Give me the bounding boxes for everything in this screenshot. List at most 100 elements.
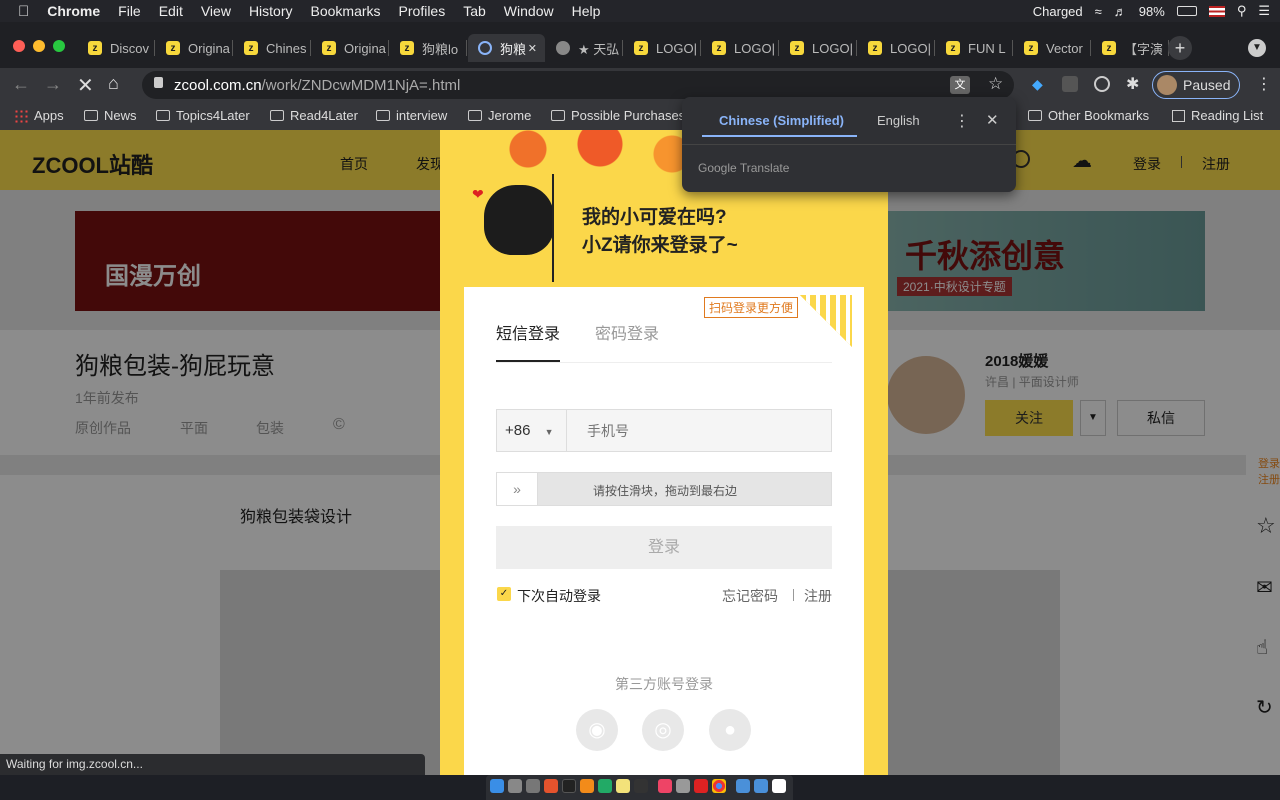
tab-sms-login[interactable]: 短信登录	[496, 320, 560, 344]
country-code-select[interactable]: +86 ▼	[497, 410, 567, 451]
maximize-window-button[interactable]	[53, 40, 65, 52]
extension-gem-icon[interactable]: ◆	[1032, 76, 1043, 93]
volume-icon[interactable]: ♬	[1114, 4, 1127, 19]
battery-icon[interactable]	[1176, 6, 1197, 16]
menu-bookmarks[interactable]: Bookmarks	[311, 3, 381, 19]
menu-profiles[interactable]: Profiles	[399, 3, 446, 19]
forward-icon[interactable]: →	[44, 74, 62, 95]
menu-history[interactable]: History	[249, 3, 293, 19]
pdf-icon[interactable]	[772, 779, 786, 793]
site-logo[interactable]: ZCOOL站酷	[32, 148, 153, 180]
translate-target-tab[interactable]: English	[877, 113, 920, 128]
address-bar[interactable]: zcool.com.cn /work/ZNDcwMDM1NjA=.html 文 …	[142, 71, 1014, 99]
bookmark-item[interactable]: Topics4Later	[156, 108, 250, 123]
close-window-button[interactable]	[13, 40, 25, 52]
tab-12[interactable]: z Vector	[1014, 34, 1091, 62]
bookmark-item[interactable]: interview	[376, 108, 447, 123]
tab-7[interactable]: z LOGO|	[624, 34, 701, 62]
battery-status[interactable]: Charged	[1033, 4, 1083, 19]
tab-13[interactable]: z 【字演	[1092, 34, 1169, 62]
folder-icon[interactable]	[736, 779, 750, 793]
author-name[interactable]: 2018媛媛	[985, 350, 1048, 371]
app-icon[interactable]	[598, 779, 612, 793]
tab-2[interactable]: z Chines	[234, 34, 311, 62]
profile-button[interactable]: Paused	[1152, 71, 1240, 99]
bookmark-item[interactable]: Possible Purchases	[551, 108, 685, 123]
tab-1[interactable]: z Origina	[156, 34, 233, 62]
folder-icon[interactable]	[754, 779, 768, 793]
control-center-icon[interactable]: ☰	[1258, 3, 1270, 19]
lock-icon[interactable]	[154, 77, 163, 88]
sublime-icon[interactable]	[580, 779, 594, 793]
tag-packaging[interactable]: 包装	[256, 418, 284, 438]
brave-icon[interactable]	[544, 779, 558, 793]
extension-shield-icon[interactable]	[1062, 76, 1078, 92]
launchpad-icon[interactable]	[508, 779, 522, 793]
home-icon[interactable]: ⌂	[108, 73, 119, 94]
login-submit-button[interactable]: 登录	[496, 526, 832, 569]
back-icon[interactable]: ←	[12, 74, 30, 95]
follow-button[interactable]: 关注	[985, 400, 1073, 436]
bookmark-item[interactable]: Read4Later	[270, 108, 358, 123]
tag-original[interactable]: 原创作品	[75, 418, 131, 438]
close-tab-icon[interactable]: ✕	[528, 42, 537, 55]
bookmark-star-icon[interactable]: ☆	[988, 74, 1003, 94]
bookmark-reading-list[interactable]: Reading List	[1172, 108, 1263, 123]
chrome-menu-icon[interactable]: ⋮	[1256, 74, 1272, 94]
translate-options-icon[interactable]: ⋮	[954, 111, 970, 131]
bookmark-other[interactable]: Other Bookmarks	[1028, 108, 1149, 123]
weibo-icon[interactable]: ◎	[642, 709, 684, 751]
register-link[interactable]: 注册	[804, 586, 832, 606]
menu-window[interactable]: Window	[504, 3, 554, 19]
battery-percent[interactable]: 98%	[1139, 4, 1165, 19]
stop-loading-icon[interactable]: ✕	[77, 73, 94, 98]
finder-icon[interactable]	[490, 779, 504, 793]
app-icon[interactable]	[694, 779, 708, 793]
translate-source-tab[interactable]: Chinese (Simplified)	[719, 113, 844, 128]
tab-8[interactable]: z LOGO|	[702, 34, 779, 62]
header-login-link[interactable]: 登录	[1133, 154, 1161, 174]
tab-10[interactable]: z LOGO|	[858, 34, 935, 62]
comment-icon[interactable]: ✉	[1246, 565, 1280, 613]
favorite-star-icon[interactable]: ☆	[1246, 505, 1280, 553]
apple-icon[interactable]: 	[18, 3, 29, 20]
message-button[interactable]: 私信	[1117, 400, 1205, 436]
new-tab-button[interactable]: +	[1168, 36, 1192, 60]
app-icon[interactable]	[676, 779, 690, 793]
tab-password-login[interactable]: 密码登录	[595, 320, 659, 344]
bookmark-item[interactable]: News	[84, 108, 137, 123]
bookmark-item[interactable]: Jerome	[468, 108, 531, 123]
tab-3[interactable]: z Origina	[312, 34, 389, 62]
follow-more-dropdown[interactable]: ▼	[1080, 400, 1106, 436]
terminal-icon[interactable]	[562, 779, 576, 793]
tab-9[interactable]: z LOGO|	[780, 34, 857, 62]
translate-page-icon[interactable]: 文	[950, 76, 970, 94]
tab-4[interactable]: z 狗粮lo	[390, 34, 467, 62]
minimize-window-button[interactable]	[33, 40, 45, 52]
tag-graphic[interactable]: 平面	[180, 418, 208, 438]
wechat-icon[interactable]: ◉	[576, 709, 618, 751]
nav-home[interactable]: 首页	[340, 154, 368, 174]
phone-input[interactable]	[577, 410, 827, 451]
upload-icon[interactable]: ☁	[1072, 148, 1092, 173]
chrome-icon[interactable]	[712, 779, 726, 793]
slider-handle[interactable]: »	[497, 473, 538, 505]
menu-tab[interactable]: Tab	[463, 3, 486, 19]
forgot-password-link[interactable]: 忘记密码	[722, 586, 778, 606]
qr-hint-label[interactable]: 扫码登录更方便	[704, 297, 799, 318]
qr-code-icon[interactable]	[800, 295, 852, 347]
activity-monitor-icon[interactable]	[634, 779, 648, 793]
app-icon[interactable]	[526, 779, 540, 793]
notes-icon[interactable]	[616, 779, 630, 793]
tab-0[interactable]: z Discov	[78, 34, 155, 62]
translate-close-icon[interactable]: ✕	[986, 111, 999, 129]
side-login-box[interactable]: 登录 注册	[1246, 445, 1280, 495]
extension-target-icon[interactable]	[1094, 76, 1110, 92]
header-register-link[interactable]: 注册	[1202, 154, 1230, 174]
menu-edit[interactable]: Edit	[159, 3, 183, 19]
menu-app-name[interactable]: Chrome	[47, 3, 100, 19]
wifi-icon[interactable]: ≈	[1095, 4, 1102, 19]
tab-search-icon[interactable]: ▼	[1248, 39, 1266, 57]
tab-6[interactable]: ★ 天弘	[546, 34, 623, 62]
share-icon[interactable]: ↻	[1246, 685, 1280, 733]
